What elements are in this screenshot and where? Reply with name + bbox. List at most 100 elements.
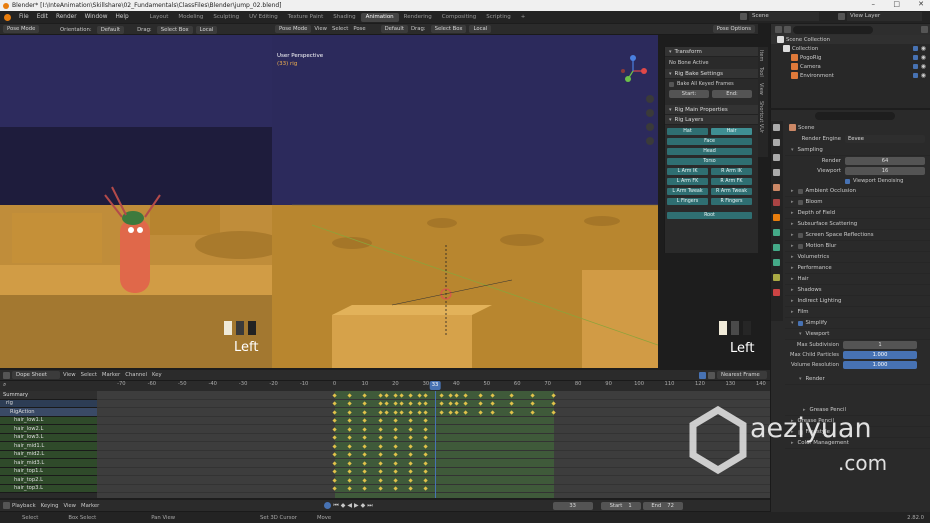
volume-resolution-field[interactable]: 1.000	[843, 361, 917, 369]
end-frame-field[interactable]: End 72	[642, 501, 683, 510]
tab-view[interactable]: View	[758, 80, 764, 98]
drag-dropdown-main[interactable]: Select Box	[430, 25, 467, 33]
current-frame-field[interactable]: 33	[552, 501, 593, 510]
layer-r-arm-ik-button[interactable]: R Arm IK	[711, 168, 752, 175]
ds-menu-channel[interactable]: Channel	[125, 372, 147, 378]
world-tab-icon[interactable]	[773, 199, 780, 206]
layer-r-arm-fk-button[interactable]: R Arm FK	[711, 178, 752, 185]
tab-tool[interactable]: Tool	[758, 64, 764, 80]
layer-l-arm-fk-button[interactable]: L Arm FK	[667, 178, 708, 185]
keyframe[interactable]	[438, 392, 444, 398]
main-viewport[interactable]: User Perspective (33) rig	[272, 35, 658, 368]
start-frame-field[interactable]: Start 1	[600, 501, 641, 510]
channel-row[interactable]: hair_mid2.L	[0, 450, 97, 459]
menu-edit[interactable]: Edit	[33, 14, 52, 20]
pivot-dropdown[interactable]: Local	[195, 25, 218, 34]
current-frame-marker[interactable]: 33	[429, 381, 441, 390]
panel-hair[interactable]: ▸ Hair	[785, 274, 930, 285]
output-tab-icon[interactable]	[773, 154, 780, 161]
play-icon[interactable]: ▶	[354, 502, 359, 509]
panel-simplify[interactable]: ▾ Simplify	[785, 318, 930, 329]
channel-row[interactable]: hair_low3.L	[0, 433, 97, 442]
panel-performance[interactable]: ▸ Performance	[785, 263, 930, 274]
scene-selector[interactable]: Scene	[749, 12, 819, 21]
layer-head-button[interactable]: Head	[667, 148, 752, 155]
channel-row[interactable]: rig	[0, 399, 97, 408]
menu-file[interactable]: File	[15, 14, 33, 20]
modifier-tab-icon[interactable]	[773, 229, 780, 236]
sampling-panel-header[interactable]: ▾ Sampling	[785, 145, 930, 156]
layer-l-arm-ik-button[interactable]: L Arm IK	[667, 168, 708, 175]
tab-layout[interactable]: Layout	[145, 13, 174, 22]
eye-icon[interactable]: ◉	[921, 54, 926, 61]
channel-row[interactable]: hair_top2.L	[0, 476, 97, 485]
prev-keyframe-icon[interactable]: ◆	[341, 502, 346, 509]
tab-uv-editing[interactable]: UV Editing	[244, 13, 283, 22]
ds-menu-view[interactable]: View	[63, 372, 76, 378]
camera-checkbox[interactable]	[912, 64, 918, 69]
ssr-checkbox[interactable]	[797, 232, 803, 238]
ds-menu-marker[interactable]: Marker	[102, 372, 120, 378]
panel-volumetrics[interactable]: ▸ Volumetrics	[785, 252, 930, 263]
layer-l-fingers-button[interactable]: L Fingers	[667, 198, 708, 205]
drag-dropdown[interactable]: Select Box	[156, 25, 193, 34]
outliner-item-camera[interactable]: Camera ◉	[771, 62, 930, 71]
rig-bake-header[interactable]: Rig Bake Settings	[665, 69, 758, 79]
tab-animation[interactable]: Animation	[360, 12, 399, 22]
pose-mode-dropdown-main[interactable]: Pose Mode	[275, 25, 312, 33]
blender-menu-icon[interactable]	[4, 13, 11, 21]
layer-torso-button[interactable]: Torso	[667, 158, 752, 165]
tab-rendering[interactable]: Rendering	[399, 13, 437, 22]
scene-tab-icon[interactable]	[773, 184, 780, 191]
rig-layers-header[interactable]: Rig Layers	[665, 115, 758, 125]
jump-end-icon[interactable]: ⏭	[367, 502, 372, 510]
channel-row[interactable]: Summary	[0, 391, 97, 400]
channel-row[interactable]: hair_mid3.L	[0, 459, 97, 468]
panel-shadows[interactable]: ▸ Shadows	[785, 285, 930, 296]
properties-search-input[interactable]	[815, 111, 895, 120]
tl-menu-marker[interactable]: Marker	[81, 503, 99, 509]
panel-ambient-occlusion[interactable]: ▸ Ambient Occlusion	[785, 186, 930, 197]
tab-sculpting[interactable]: Sculpting	[208, 13, 244, 22]
simplify-viewport-subpanel[interactable]: ▾ Viewport	[785, 329, 930, 340]
channel-row[interactable]: hair_low1.L	[0, 416, 97, 425]
view-layer-tab-icon[interactable]	[773, 169, 780, 176]
outliner-item-pogorig[interactable]: PogoRig ◉	[771, 53, 930, 62]
pose-options-dropdown[interactable]: Pose Options	[712, 25, 755, 33]
tab-shading[interactable]: Shading	[328, 13, 360, 22]
tool-tab-icon[interactable]	[773, 124, 780, 131]
rig-main-header[interactable]: Rig Main Properties	[665, 105, 758, 115]
channel-row[interactable]: hair_mid1.L	[0, 442, 97, 451]
layer-r-arm-tweak-button[interactable]: R Arm Tweak	[711, 188, 752, 195]
eye-icon[interactable]: ◉	[921, 63, 926, 70]
jump-start-icon[interactable]: ⏮	[333, 502, 338, 510]
simplify-checkbox[interactable]	[797, 320, 803, 326]
panel-depth-of-field[interactable]: ▸ Depth of Field	[785, 208, 930, 219]
camera-view-icon[interactable]	[646, 123, 654, 131]
tl-menu-view[interactable]: View	[63, 503, 76, 509]
orientation-dropdown[interactable]: Default	[96, 25, 125, 34]
record-icon[interactable]	[324, 502, 332, 509]
layer-root-button[interactable]: Root	[667, 212, 752, 219]
panel-bloom[interactable]: ▸ Bloom	[785, 197, 930, 208]
display-mode-icon[interactable]	[784, 26, 791, 33]
bake-start-field[interactable]: Start:	[669, 90, 709, 98]
panel-ssr[interactable]: ▸ Screen Space Reflections	[785, 230, 930, 241]
navigation-gizmo[interactable]	[618, 53, 648, 83]
eye-icon[interactable]: ◉	[921, 45, 926, 52]
ao-checkbox[interactable]	[797, 188, 803, 194]
simplify-render-subpanel[interactable]: ▾ Render	[785, 374, 930, 385]
filter-funnel-icon[interactable]	[708, 371, 715, 379]
view-layer-selector[interactable]: View Layer	[847, 12, 922, 21]
render-engine-dropdown[interactable]: Eevee	[845, 135, 925, 143]
bake-all-checkbox[interactable]: Bake All Keyed Frames	[665, 79, 758, 89]
tab-shortcut-vur[interactable]: Shortcut VUr	[758, 98, 764, 136]
render-samples-field[interactable]: 64	[845, 157, 925, 165]
dopesheet-mode-dropdown[interactable]: Dope Sheet	[12, 371, 60, 379]
keyframe-area[interactable]	[97, 391, 770, 498]
minimize-button[interactable]: –	[872, 0, 876, 8]
perspective-toggle-icon[interactable]	[646, 137, 654, 145]
outliner-scene-collection[interactable]: Scene Collection	[771, 35, 930, 44]
viewport-denoising-checkbox[interactable]: Viewport Denoising	[785, 176, 930, 186]
outliner-editor-icon[interactable]	[775, 26, 782, 33]
